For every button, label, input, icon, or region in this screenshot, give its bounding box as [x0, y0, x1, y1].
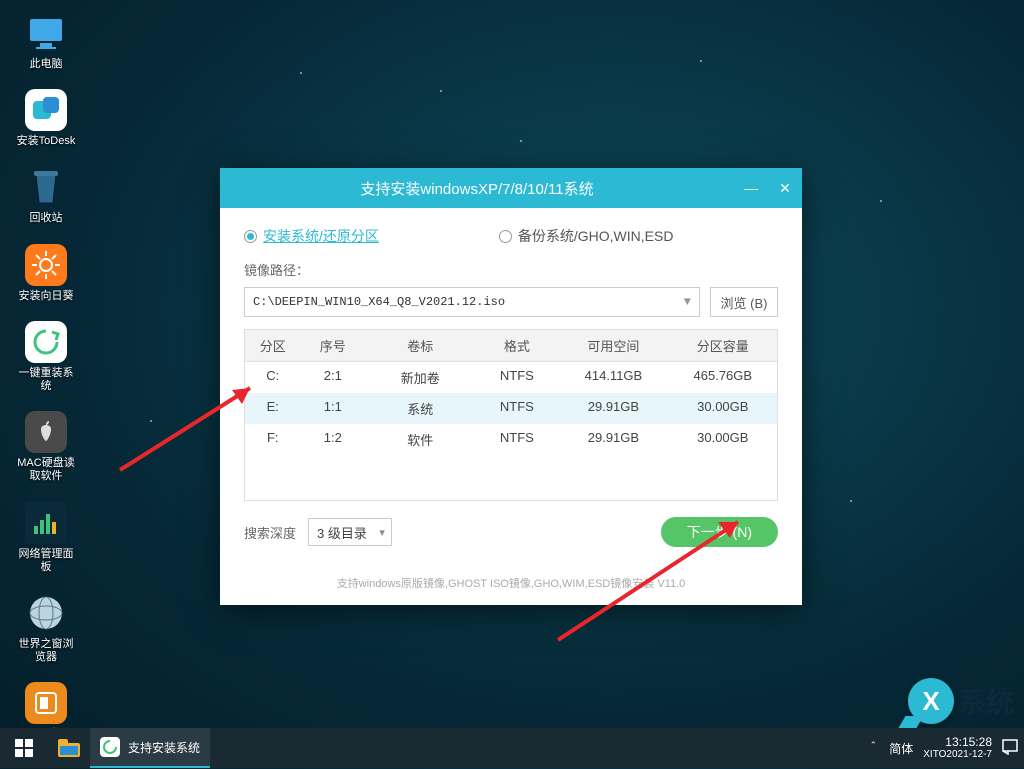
- icon-mac-disk-reader[interactable]: MAC硬盘读取软件: [16, 411, 76, 483]
- icon-label: 世界之窗浏览器: [16, 638, 76, 664]
- radio-install-restore[interactable]: 安装系统/还原分区: [244, 226, 379, 246]
- icon-label: 网络管理面板: [16, 548, 76, 574]
- radio-dot-icon: [244, 230, 257, 243]
- table-cell: NTFS: [475, 362, 558, 393]
- table-row[interactable]: E:1:1系统NTFS29.91GB30.00GB: [245, 393, 777, 424]
- monitor-icon: [26, 15, 66, 51]
- image-path-dropdown[interactable]: C:\DEEPIN_WIN10_X64_Q8_V2021.12.iso ▼: [244, 287, 700, 317]
- tray-time: 13:15:28: [923, 736, 992, 749]
- browse-button[interactable]: 浏览 (B): [710, 287, 778, 317]
- recycle-bin-icon: [28, 167, 64, 207]
- tray-date: XITO2021-12-7: [923, 749, 992, 760]
- table-cell: 414.11GB: [558, 362, 668, 393]
- table-cell: 1:1: [300, 393, 365, 424]
- table-cell: 29.91GB: [558, 424, 668, 455]
- start-button[interactable]: [0, 728, 48, 768]
- col-partition: 分区: [245, 330, 300, 361]
- icon-this-pc[interactable]: 此电脑: [16, 12, 76, 71]
- table-cell: 1:2: [300, 424, 365, 455]
- icon-network-panel[interactable]: 网络管理面板: [16, 502, 76, 574]
- taskbar-explorer[interactable]: [48, 728, 90, 768]
- icon-label: 安装向日葵: [19, 290, 74, 303]
- table-cell: E:: [245, 393, 300, 424]
- col-format: 格式: [475, 330, 558, 361]
- installer-footer: 支持windows原版镜像,GHOST ISO镜像,GHO,WIM,ESD镜像安…: [220, 559, 802, 605]
- search-depth-value: 3 级目录: [317, 523, 367, 542]
- partition-table-body: C:2:1新加卷NTFS414.11GB465.76GBE:1:1系统NTFS2…: [245, 362, 777, 500]
- tray-ime[interactable]: 简体: [889, 740, 913, 757]
- reinstall-icon: [32, 328, 60, 356]
- tray-clock[interactable]: 13:15:28 XITO2021-12-7: [923, 736, 992, 760]
- chevron-down-icon: ▼: [684, 295, 691, 309]
- partition-table: 分区 序号 卷标 格式 可用空间 分区容量 C:2:1新加卷NTFS414.11…: [244, 329, 778, 501]
- icon-label: 此电脑: [30, 58, 63, 71]
- windows-icon: [15, 739, 33, 757]
- partition-table-header: 分区 序号 卷标 格式 可用空间 分区容量: [245, 330, 777, 362]
- titlebar[interactable]: 支持安装windowsXP/7/8/10/11系统 — ✕: [220, 168, 802, 208]
- folder-icon: [58, 739, 80, 757]
- taskbar-task-label: 支持安装系统: [128, 739, 200, 756]
- icon-label: 一键重装系统: [16, 367, 76, 393]
- table-cell: 465.76GB: [669, 362, 777, 393]
- icon-install-todesk[interactable]: 安装ToDesk: [16, 89, 76, 148]
- window-title: 支持安装windowsXP/7/8/10/11系统: [220, 178, 734, 199]
- col-capacity: 分区容量: [669, 330, 777, 361]
- network-panel-icon: [31, 508, 61, 538]
- system-tray: ＾ 简体 13:15:28 XITO2021-12-7: [867, 736, 1024, 760]
- tray-notifications-icon[interactable]: [1002, 739, 1018, 758]
- table-cell: 29.91GB: [558, 393, 668, 424]
- table-cell: 软件: [365, 424, 475, 455]
- icon-one-key-reinstall[interactable]: 一键重装系统: [16, 321, 76, 393]
- taskbar: 支持安装系统 ＾ 简体 13:15:28 XITO2021-12-7: [0, 728, 1024, 768]
- table-row[interactable]: C:2:1新加卷NTFS414.11GB465.76GB: [245, 362, 777, 393]
- col-free-space: 可用空间: [558, 330, 668, 361]
- watermark-text: 系统: [958, 681, 1014, 721]
- diskgenius-icon: [33, 690, 59, 716]
- icon-recycle-bin[interactable]: 回收站: [16, 166, 76, 225]
- table-cell: F:: [245, 424, 300, 455]
- icon-label: 回收站: [30, 212, 63, 225]
- table-cell: 30.00GB: [669, 393, 777, 424]
- installer-window: 支持安装windowsXP/7/8/10/11系统 — ✕ 安装系统/还原分区 …: [220, 168, 802, 605]
- search-depth-select[interactable]: 3 级目录: [308, 518, 392, 546]
- watermark: X 系统: [908, 678, 1014, 724]
- icon-theworld-browser[interactable]: 世界之窗浏览器: [16, 592, 76, 664]
- next-button[interactable]: 下一步 (N): [661, 517, 778, 547]
- icon-label: 安装ToDesk: [17, 135, 76, 148]
- taskbar-installer[interactable]: 支持安装系统: [90, 728, 210, 768]
- todesk-icon: [31, 95, 61, 125]
- table-row[interactable]: F:1:2软件NTFS29.91GB30.00GB: [245, 424, 777, 455]
- table-cell: 新加卷: [365, 362, 475, 393]
- sunflower-icon: [32, 251, 60, 279]
- search-depth-label: 搜索深度: [244, 523, 296, 542]
- radio-label: 安装系统/还原分区: [263, 226, 379, 246]
- icon-install-sunflower[interactable]: 安装向日葵: [16, 244, 76, 303]
- watermark-icon: X: [908, 678, 954, 724]
- table-cell: NTFS: [475, 424, 558, 455]
- desktop-icons: 此电脑 安装ToDesk 回收站 安装向日葵 一键重装系统 MAC硬盘读取软件: [12, 8, 152, 769]
- minimize-button[interactable]: —: [734, 168, 768, 208]
- apple-icon: [35, 419, 57, 445]
- radio-backup[interactable]: 备份系统/GHO,WIN,ESD: [499, 226, 674, 246]
- tray-chevron-icon[interactable]: ＾: [867, 740, 879, 757]
- image-path-value: C:\DEEPIN_WIN10_X64_Q8_V2021.12.iso: [253, 295, 505, 309]
- radio-dot-icon: [499, 230, 512, 243]
- table-cell: C:: [245, 362, 300, 393]
- image-path-label: 镜像路径：: [244, 260, 778, 279]
- radio-label: 备份系统/GHO,WIN,ESD: [518, 226, 674, 246]
- globe-icon: [26, 593, 66, 633]
- col-volume: 卷标: [365, 330, 475, 361]
- reinstall-icon: [103, 740, 117, 754]
- close-button[interactable]: ✕: [768, 168, 802, 208]
- table-cell: 2:1: [300, 362, 365, 393]
- col-sequence: 序号: [300, 330, 365, 361]
- table-cell: NTFS: [475, 393, 558, 424]
- mode-radio-group: 安装系统/还原分区 备份系统/GHO,WIN,ESD: [244, 226, 778, 246]
- icon-label: MAC硬盘读取软件: [16, 457, 76, 483]
- table-cell: 系统: [365, 393, 475, 424]
- table-cell: 30.00GB: [669, 424, 777, 455]
